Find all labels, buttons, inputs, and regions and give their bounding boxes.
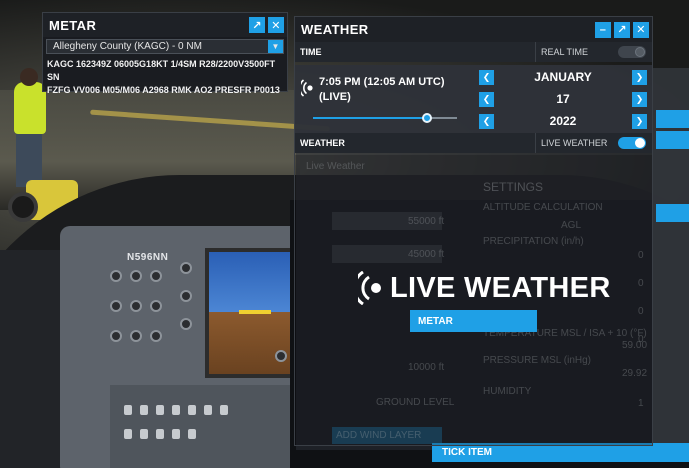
close-icon[interactable]: ✕ — [268, 17, 284, 33]
toggle-switch — [156, 429, 164, 439]
time-slider-fill — [313, 117, 427, 119]
chevron-right-icon[interactable]: ❯ — [632, 91, 647, 107]
gauge — [130, 300, 142, 312]
weather-section-header: WEATHER LIVE WEATHER — [295, 133, 652, 153]
gauge — [110, 270, 122, 282]
toggle-switch — [172, 405, 180, 415]
time-slider-handle[interactable] — [422, 113, 432, 123]
weather-window: WEATHER – ↗ ✕ TIME REAL TIME 7:05 PM (12… — [294, 16, 653, 446]
real-time-label: REAL TIME — [541, 47, 589, 57]
minimize-icon[interactable]: – — [595, 21, 611, 38]
live-weather-control[interactable]: LIVE WEATHER — [535, 133, 652, 153]
day-stepper[interactable]: ❮ 17 ❯ — [479, 90, 647, 108]
toggle-switch — [140, 405, 148, 415]
time-live-label: (LIVE) — [319, 91, 351, 103]
toggle-switch — [140, 429, 148, 439]
metar-window: METAR ↗ ✕ Allegheny County (KAGC) - 0 NM… — [42, 12, 288, 95]
time-panel: 7:05 PM (12:05 AM UTC) (LIVE) ❮ JANUARY … — [295, 65, 652, 135]
time-slider[interactable] — [313, 113, 457, 123]
day-value: 17 — [556, 92, 570, 106]
live-weather-banner: LIVE WEATHER — [358, 271, 611, 305]
side-panel-tab[interactable] — [656, 131, 689, 149]
live-broadcast-icon — [358, 271, 381, 305]
pfd-sky — [209, 252, 301, 312]
live-weather-label: LIVE WEATHER — [541, 138, 608, 148]
time-readout: 7:05 PM (12:05 AM UTC) (LIVE) — [319, 75, 445, 105]
gauge — [180, 290, 192, 302]
gauge — [275, 350, 287, 362]
tail-number-placard: N596NN — [127, 252, 169, 263]
chevron-left-icon[interactable]: ❮ — [479, 113, 494, 129]
time-header-label: TIME — [300, 47, 322, 57]
time-section-header: TIME REAL TIME — [295, 42, 652, 62]
year-value: 2022 — [549, 114, 577, 128]
side-panel-tab[interactable] — [656, 204, 689, 222]
metar-title: METAR — [49, 17, 97, 33]
ground-worker-legs — [16, 132, 42, 187]
toggle-switch — [188, 405, 196, 415]
toggle-switch — [220, 405, 228, 415]
popout-icon[interactable]: ↗ — [249, 17, 265, 33]
close-icon[interactable]: ✕ — [633, 21, 649, 38]
toggle-switch — [124, 405, 132, 415]
gauge — [130, 330, 142, 342]
live-weather-banner-text: LIVE WEATHER — [390, 271, 611, 304]
chevron-down-icon[interactable]: ▼ — [268, 40, 283, 53]
toggle-knob — [635, 47, 645, 57]
gauge — [130, 270, 142, 282]
real-time-toggle[interactable] — [618, 46, 646, 58]
metar-report-line: FZFG VV006 M05/M06 A2968 RMK AO2 PRESFR … — [47, 85, 280, 95]
gauge — [150, 330, 162, 342]
toggle-switch — [124, 429, 132, 439]
live-broadcast-icon — [301, 79, 313, 97]
tug-wheel — [8, 192, 38, 222]
toggle-switch — [188, 429, 196, 439]
weather-titlebar[interactable]: WEATHER – ↗ ✕ — [295, 17, 652, 42]
year-stepper[interactable]: ❮ 2022 ❯ — [479, 112, 647, 130]
metar-report: KAGC 162349Z 06005G18KT 1/4SM R28/2200V3… — [43, 54, 287, 97]
toggle-knob — [635, 138, 645, 148]
live-weather-toggle[interactable] — [618, 137, 646, 149]
gauge — [150, 300, 162, 312]
gauge — [180, 318, 192, 330]
gauge — [110, 330, 122, 342]
month-value: JANUARY — [534, 70, 592, 84]
chevron-right-icon[interactable]: ❯ — [632, 69, 647, 85]
switch-panel — [110, 385, 295, 468]
weather-header-label: WEATHER — [300, 138, 345, 148]
toggle-switch — [172, 429, 180, 439]
pfd-ground — [209, 312, 301, 374]
toggle-switch — [156, 405, 164, 415]
gauge — [150, 270, 162, 282]
toggle-switch — [204, 405, 212, 415]
chevron-left-icon[interactable]: ❮ — [479, 69, 494, 85]
time-value: 7:05 PM (12:05 AM UTC) — [319, 76, 445, 88]
gauge — [110, 300, 122, 312]
month-stepper[interactable]: ❮ JANUARY ❯ — [479, 68, 647, 86]
station-dropdown[interactable]: Allegheny County (KAGC) - 0 NM ▼ — [46, 39, 284, 54]
metar-titlebar[interactable]: METAR ↗ ✕ — [43, 13, 287, 37]
ground-worker-head — [20, 68, 38, 86]
real-time-control[interactable]: REAL TIME — [535, 42, 652, 62]
weather-title: WEATHER — [301, 22, 369, 37]
time-display: 7:05 PM (12:05 AM UTC) (LIVE) — [295, 65, 473, 135]
side-panel-tab[interactable] — [656, 110, 689, 128]
station-value: Allegheny County (KAGC) - 0 NM — [53, 41, 202, 52]
popout-icon[interactable]: ↗ — [614, 21, 630, 38]
chevron-left-icon[interactable]: ❮ — [479, 91, 494, 107]
metar-report-line: KAGC 162349Z 06005G18KT 1/4SM R28/2200V3… — [47, 59, 276, 82]
metar-button[interactable]: METAR — [410, 310, 537, 332]
pfd-aircraft-symbol — [239, 310, 271, 314]
chevron-right-icon[interactable]: ❯ — [632, 113, 647, 129]
gauge — [180, 262, 192, 274]
